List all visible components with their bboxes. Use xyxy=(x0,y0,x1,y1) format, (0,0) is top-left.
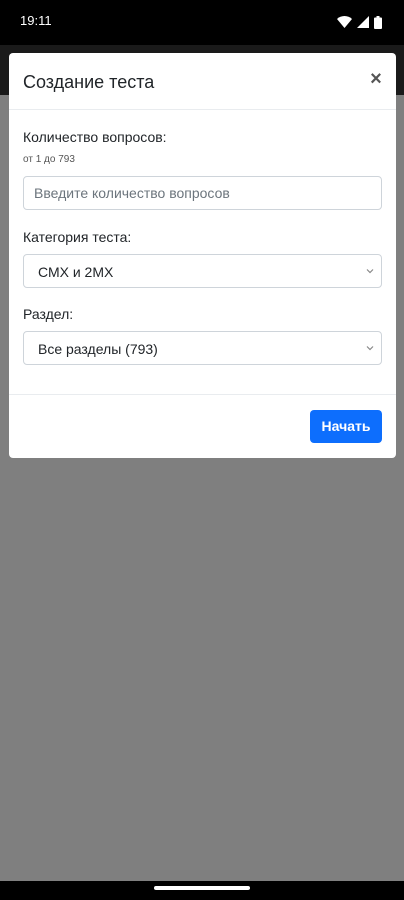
questions-count-input[interactable] xyxy=(24,177,381,209)
home-gesture-handle[interactable] xyxy=(154,886,250,890)
create-test-dialog: Создание теста × Количество вопросов: от… xyxy=(9,53,396,458)
status-bar: 19:11 xyxy=(0,0,404,45)
start-button[interactable]: Начать xyxy=(310,410,382,443)
dialog-title: Создание теста xyxy=(23,72,155,92)
category-label: Категория теста: xyxy=(23,229,132,245)
signal-icon xyxy=(357,16,369,28)
wifi-icon xyxy=(337,16,352,28)
category-select[interactable]: СМХ и 2МХ xyxy=(23,254,382,288)
section-label: Раздел: xyxy=(23,306,74,322)
status-icons xyxy=(337,14,382,30)
chevron-down-icon xyxy=(366,269,374,274)
dialog-footer-divider xyxy=(9,394,396,395)
section-select[interactable]: Все разделы (793) xyxy=(23,331,382,365)
questions-count-label: Количество вопросов: xyxy=(23,129,167,145)
battery-icon xyxy=(374,15,382,29)
chevron-down-icon xyxy=(366,346,374,351)
questions-range-hint: от 1 до 793 xyxy=(23,154,75,165)
status-time: 19:11 xyxy=(20,13,52,28)
dialog-header: Создание теста × xyxy=(9,53,396,110)
questions-count-field xyxy=(23,176,382,210)
section-selected-value: Все разделы (793) xyxy=(38,341,158,357)
close-button[interactable]: × xyxy=(366,67,386,91)
navigation-bar xyxy=(0,881,404,900)
category-selected-value: СМХ и 2МХ xyxy=(38,264,114,280)
